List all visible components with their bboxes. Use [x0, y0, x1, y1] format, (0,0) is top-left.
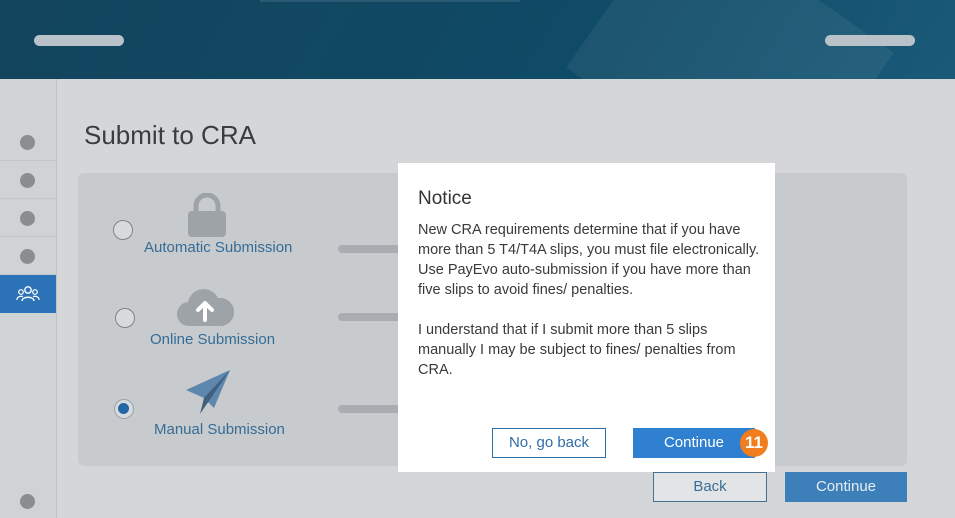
- radio-online-submission[interactable]: [115, 308, 135, 328]
- lock-icon: [188, 193, 226, 237]
- page-title: Submit to CRA: [84, 120, 256, 150]
- back-button[interactable]: Back: [653, 472, 767, 502]
- radio-manual-submission[interactable]: [114, 399, 134, 419]
- dialog-body: New CRA requirements determine that if y…: [418, 220, 763, 400]
- sidebar-step-4[interactable]: [0, 237, 56, 275]
- no-go-back-button[interactable]: No, go back: [492, 428, 606, 458]
- cloud-upload-icon: [177, 289, 234, 327]
- dialog-paragraph: New CRA requirements determine that if y…: [418, 222, 760, 298]
- app-header: [0, 0, 955, 79]
- sidebar-step-3[interactable]: [0, 199, 56, 237]
- users-icon: [16, 286, 40, 302]
- notice-dialog: Notice New CRA requirements determine th…: [398, 163, 775, 472]
- step-dot: [20, 249, 35, 264]
- option-label-online[interactable]: Online Submission: [150, 331, 275, 348]
- radio-automatic-submission[interactable]: [113, 220, 133, 240]
- paper-plane-icon: [186, 370, 230, 414]
- wizard-sidebar: [0, 79, 57, 518]
- step-dot: [20, 173, 35, 188]
- option-label-manual[interactable]: Manual Submission: [154, 421, 285, 438]
- header-user-placeholder[interactable]: [825, 35, 915, 46]
- step-dot: [20, 135, 35, 150]
- header-decoration: [260, 0, 520, 2]
- step-number-badge: 11: [740, 429, 768, 457]
- sidebar-step-2[interactable]: [0, 161, 56, 199]
- header-title-placeholder: [34, 35, 124, 46]
- dialog-paragraph: I understand that if I submit more than …: [418, 322, 736, 378]
- sidebar-step-5-active[interactable]: [0, 275, 56, 313]
- continue-button[interactable]: Continue: [785, 472, 907, 502]
- option-label-automatic[interactable]: Automatic Submission: [144, 239, 292, 256]
- dialog-title: Notice: [418, 188, 472, 209]
- step-dot: [20, 211, 35, 226]
- dialog-continue-button[interactable]: Continue: [633, 428, 755, 458]
- sidebar-step-1[interactable]: [0, 123, 56, 161]
- sidebar-step-last[interactable]: [20, 494, 35, 509]
